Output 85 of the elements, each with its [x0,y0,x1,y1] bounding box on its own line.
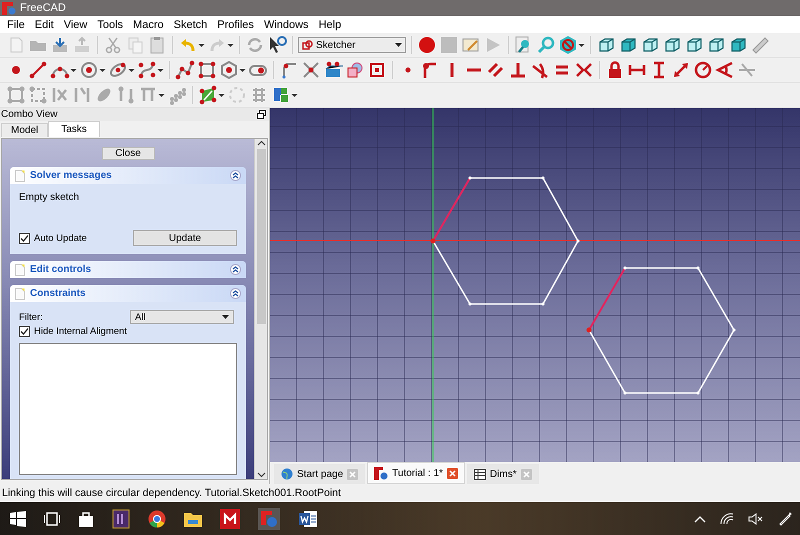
record-icon[interactable] [417,35,437,55]
rectangle-icon[interactable] [197,60,217,80]
scroll-up-icon[interactable] [256,139,266,147]
circle-dots-icon[interactable] [227,85,247,105]
menu-item[interactable]: Profiles [212,18,259,30]
checkbox-label: Hide Internal Aligment [34,326,127,337]
task-view-icon[interactable] [44,512,60,526]
polygon-icon[interactable] [219,60,239,80]
menu-item[interactable]: Tools [92,18,128,30]
panel-title: Combo View [1,109,58,120]
circle-icon[interactable] [79,60,99,80]
construction-mode-icon[interactable] [367,60,387,80]
close-icon[interactable] [446,468,458,478]
sketcher-icon [302,40,313,50]
whats-this-cursor-icon[interactable] [267,35,287,55]
checkbox-label: Auto Update [34,232,87,244]
scrollbar[interactable] [254,139,267,479]
document-tab[interactable]: Tutorial : 1* [367,462,465,484]
menu-item[interactable]: Help [314,18,346,30]
solver-message: Empty sketch [19,191,80,205]
external-geometry-icon[interactable] [323,60,343,80]
radius-icon[interactable] [693,60,713,80]
trim-icon[interactable] [301,60,321,80]
menu-item[interactable]: View [58,18,92,30]
window-title: FreeCAD [20,2,66,14]
note-icon [15,170,25,182]
validate-sketch-icon[interactable] [198,85,218,105]
panel-title: Solver messages [30,170,113,181]
menu-item[interactable]: Macro [128,18,169,30]
app-logo-icon [2,1,16,15]
perpendicular-constraint-icon[interactable] [508,60,528,80]
scroll-down-icon[interactable] [256,471,266,479]
filter-dropdown[interactable]: All [130,310,234,324]
update-button[interactable]: Update [133,230,237,246]
undock-icon[interactable] [257,110,266,119]
spreadsheet-icon [474,468,486,480]
3d-viewport[interactable] [270,108,800,462]
app-tile-icon[interactable] [112,508,130,528]
filter-label: Filter: [19,312,44,322]
status-message: Linking this will cause circular dependency. Tutorial.Sketch001.RootPoint [0,484,800,502]
globe-icon [281,468,293,480]
parallel-constraint-icon[interactable] [486,60,506,80]
close-button[interactable]: Close [102,147,154,160]
ellipse-icon[interactable] [108,60,128,80]
app-tile-icon[interactable] [220,508,240,528]
distance-arrow-icon[interactable] [671,60,691,80]
panel-title: Edit controls [30,264,92,275]
polyline-icon[interactable] [175,60,195,80]
caret-icon [395,42,402,48]
collapse-icon[interactable] [230,288,241,299]
panel-title: Constraints [30,288,87,299]
browser-icon[interactable] [148,510,166,528]
checkbox[interactable] [19,232,30,244]
menu-item[interactable]: Windows [258,18,314,30]
pen-icon[interactable] [778,512,792,526]
collapse-icon[interactable] [230,170,241,181]
hexagon-shape[interactable] [586,266,736,394]
menu-item[interactable]: Edit [30,18,59,30]
document-tab[interactable]: Dims* [466,464,539,484]
muted-speaker-icon[interactable] [748,512,764,524]
document-tab[interactable]: Start page [274,464,366,484]
tab[interactable]: Model [1,123,48,137]
note-icon [15,264,25,276]
folder-icon[interactable] [184,510,202,526]
line-icon[interactable] [28,60,48,80]
hexagon-shape[interactable] [430,176,580,306]
constraints-list[interactable] [19,343,237,475]
angle-icon[interactable] [715,60,735,80]
menu-item[interactable]: Sketch [168,18,212,30]
wifi-icon[interactable] [720,512,734,524]
collapse-icon[interactable] [230,264,241,275]
store-bag-icon[interactable] [78,510,94,526]
bspline-icon[interactable] [137,60,157,80]
carbon-copy-icon[interactable] [345,60,365,80]
caret-icon [222,315,229,319]
draw-style-icon[interactable] [558,35,578,55]
note-icon [15,288,25,300]
checkbox[interactable] [19,326,30,337]
workbench-dropdown[interactable]: Sketcher [298,37,406,53]
save-icon[interactable] [50,35,70,55]
document-app-icon[interactable] [298,508,318,528]
tab[interactable]: Tasks [48,121,100,137]
windows-start-icon[interactable] [10,510,26,526]
menu-item[interactable]: File [2,18,30,30]
chevron-up-icon[interactable] [694,514,706,522]
